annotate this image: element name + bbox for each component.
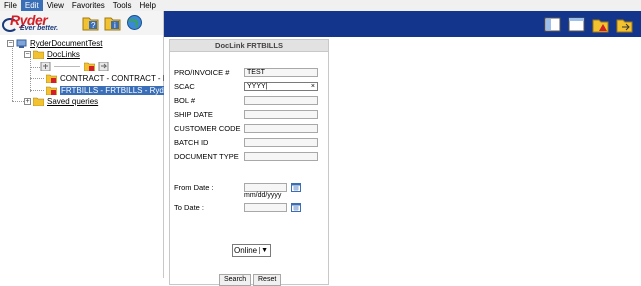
field-label: SCAC: [174, 82, 195, 91]
to-date-input[interactable]: [244, 203, 287, 212]
search-button[interactable]: Search: [219, 274, 252, 286]
folder-warning-icon: [46, 74, 57, 83]
folder-export-icon[interactable]: [616, 16, 633, 33]
to-date-row: To Date :: [174, 203, 301, 212]
chevron-down-icon[interactable]: ▼: [259, 247, 269, 254]
tree-saved-queries[interactable]: + Saved queries: [24, 96, 98, 107]
logo-tagline: Ever better.: [20, 25, 59, 32]
export-document-icon[interactable]: [98, 62, 109, 71]
tree-tools-row: [40, 61, 112, 72]
server-icon: [16, 39, 27, 48]
tree-root[interactable]: − RyderDocumentTest: [7, 38, 102, 49]
field-row-pro: PRO/INVOICE # TEST: [174, 68, 318, 77]
field-row-scac: SCAC YYYY| ×: [174, 82, 318, 91]
navigation-pane: Ryder Ever better. ? i − RyderDocumentTe…: [0, 11, 173, 278]
content-pane: DocLink FRTBILLS PRO/INVOICE # TEST SCAC…: [164, 11, 641, 286]
date-format-hint: mm/dd/yyyy: [244, 192, 282, 199]
tree-item-contract[interactable]: CONTRACT - CONTRACT - Ry: [46, 73, 173, 84]
form-title: DocLink FRTBILLS: [170, 40, 328, 52]
menu-view[interactable]: View: [43, 0, 68, 11]
tree-item-frtbills-label[interactable]: FRTBILLS - FRTBILLS - Ryde: [60, 86, 170, 95]
ryder-logo: Ryder Ever better.: [2, 12, 80, 34]
search-form: DocLink FRTBILLS PRO/INVOICE # TEST SCAC…: [169, 39, 329, 286]
menu-favorites[interactable]: Favorites: [68, 0, 109, 11]
reset-button[interactable]: Reset: [253, 274, 282, 286]
bol-input[interactable]: [244, 96, 318, 105]
folder-open-icon: [33, 50, 44, 59]
field-label: SHIP DATE: [174, 110, 213, 119]
menu-help[interactable]: Help: [135, 0, 159, 11]
field-row-customer: CUSTOMER CODE: [174, 124, 318, 133]
svg-text:?: ?: [91, 21, 96, 30]
collapse-icon[interactable]: −: [7, 40, 14, 47]
field-label: DOCUMENT TYPE: [174, 152, 239, 161]
mode-select[interactable]: Online ▼: [232, 244, 272, 257]
globe-icon[interactable]: [126, 14, 143, 31]
field-label: PRO/INVOICE #: [174, 68, 230, 77]
field-row-ship-date: SHIP DATE: [174, 110, 318, 119]
folder-warning-icon[interactable]: [84, 62, 95, 71]
expand-icon[interactable]: +: [24, 98, 31, 105]
batch-id-input[interactable]: [244, 138, 318, 147]
tree-saved-label[interactable]: Saved queries: [47, 97, 98, 106]
ship-date-input[interactable]: [244, 110, 318, 119]
customer-code-input[interactable]: [244, 124, 318, 133]
field-row-batch: BATCH ID: [174, 138, 318, 147]
tree-doclinks[interactable]: − DocLinks: [24, 49, 80, 60]
calendar-icon[interactable]: [291, 183, 301, 192]
field-row-doctype: DOCUMENT TYPE: [174, 152, 318, 161]
menu-tools[interactable]: Tools: [109, 0, 136, 11]
from-date-input[interactable]: [244, 183, 287, 192]
field-label: CUSTOMER CODE: [174, 124, 241, 133]
info-folder-icon[interactable]: i: [104, 14, 121, 31]
collapse-icon[interactable]: −: [24, 51, 31, 58]
new-document-icon[interactable]: [40, 62, 51, 71]
clear-icon[interactable]: ×: [311, 83, 315, 91]
calendar-icon[interactable]: [291, 203, 301, 212]
tree-doclinks-label[interactable]: DocLinks: [47, 50, 80, 59]
field-label: BATCH ID: [174, 138, 209, 147]
tree-item-frtbills[interactable]: FRTBILLS - FRTBILLS - Ryde: [46, 85, 170, 96]
from-date-row: From Date :: [174, 183, 301, 192]
to-date-label: To Date :: [174, 203, 205, 212]
toolbar-banner: Ryder Ever better. ? i: [0, 11, 163, 35]
folder-alert-icon[interactable]: [592, 16, 609, 33]
help-folder-icon[interactable]: ?: [82, 14, 99, 31]
menu-edit[interactable]: Edit: [20, 0, 43, 11]
folder-icon: [33, 97, 44, 106]
tree-item-contract-label[interactable]: CONTRACT - CONTRACT - Ry: [60, 74, 173, 83]
document-type-input[interactable]: [244, 152, 318, 161]
tree-root-label[interactable]: RyderDocumentTest: [30, 39, 102, 48]
pro-invoice-input[interactable]: TEST: [244, 68, 318, 77]
split-view-icon[interactable]: [544, 16, 561, 33]
svg-text:i: i: [114, 21, 116, 30]
content-toolbar: [164, 11, 641, 37]
menu-file[interactable]: File: [0, 0, 21, 11]
folder-warning-icon: [46, 86, 57, 95]
scac-input[interactable]: YYYY| ×: [244, 82, 318, 91]
field-label: BOL #: [174, 96, 195, 105]
field-row-bol: BOL #: [174, 96, 318, 105]
window-icon[interactable]: [568, 16, 585, 33]
mode-select-value: Online: [234, 246, 258, 255]
from-date-label: From Date :: [174, 183, 214, 192]
